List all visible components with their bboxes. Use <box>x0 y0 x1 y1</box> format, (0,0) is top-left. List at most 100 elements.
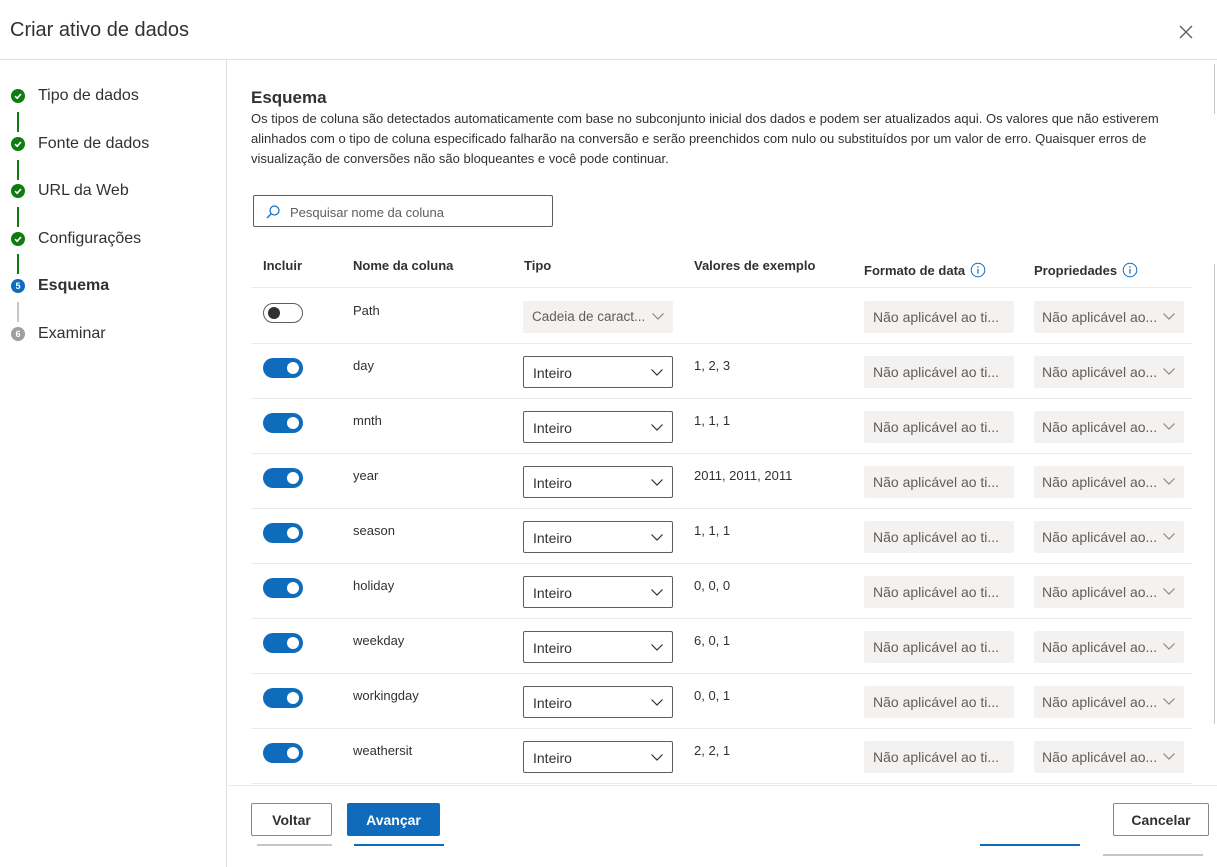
type-value: Inteiro <box>533 475 572 491</box>
toggle-knob <box>287 472 299 484</box>
type-dropdown[interactable]: Inteiro <box>523 741 673 773</box>
header-date-format-label: Formato de data <box>864 262 966 278</box>
type-dropdown[interactable]: Inteiro <box>523 411 673 443</box>
type-dropdown[interactable]: Inteiro <box>523 466 673 498</box>
include-toggle[interactable] <box>263 578 303 598</box>
include-toggle[interactable] <box>263 633 303 653</box>
step-connector <box>17 254 19 274</box>
table-header: Incluir Nome da coluna Tipo Valores de e… <box>251 248 1192 288</box>
column-name: mnth <box>353 413 382 428</box>
step-label: Examinar <box>38 325 106 342</box>
type-dropdown[interactable]: Inteiro <box>523 356 673 388</box>
close-button[interactable] <box>1174 20 1198 44</box>
chevron-down-icon <box>1163 588 1175 595</box>
column-name: season <box>353 523 395 538</box>
info-icon[interactable] <box>1122 262 1138 278</box>
checkmark-icon <box>11 89 25 103</box>
type-value: Inteiro <box>533 640 572 656</box>
sample-values: 2, 2, 1 <box>694 743 731 758</box>
step-label: URL da Web <box>38 182 129 199</box>
dialog-title: Criar ativo de dados <box>10 19 189 41</box>
step-examinar[interactable]: 6 Examinar <box>0 322 226 346</box>
type-dropdown[interactable]: Inteiro <box>523 631 673 663</box>
toggle-knob <box>287 417 299 429</box>
properties-value: Não aplicável ao... <box>1042 639 1158 655</box>
include-toggle[interactable] <box>263 468 303 488</box>
sample-values: 1, 1, 1 <box>694 413 731 428</box>
include-toggle[interactable] <box>263 688 303 708</box>
section-description: Os tipos de coluna são detectados automa… <box>251 111 1159 166</box>
include-toggle[interactable] <box>263 523 303 543</box>
properties-value: Não aplicável ao... <box>1042 584 1158 600</box>
include-toggle[interactable] <box>263 413 303 433</box>
chevron-down-icon <box>1163 478 1175 485</box>
cancel-button[interactable]: Cancelar <box>1113 803 1209 836</box>
step-url-da-web[interactable]: URL da Web <box>0 179 226 203</box>
chevron-down-icon <box>652 313 664 320</box>
type-value: Cadeia de caract... <box>532 309 646 324</box>
date-format-field: Não aplicável ao ti... <box>864 411 1014 443</box>
chevron-down-icon <box>651 534 663 541</box>
step-connector <box>17 112 19 132</box>
date-format-value: Não aplicável ao ti... <box>873 639 1000 655</box>
chevron-down-icon <box>1163 753 1175 760</box>
table-row: workingday Inteiro 0, 0, 1 Não aplicável ao… <box>251 674 1192 729</box>
step-label: Esquema <box>38 277 110 294</box>
type-dropdown: Cadeia de caract... <box>523 301 673 333</box>
properties-dropdown[interactable]: Não aplicável ao... <box>1034 741 1184 773</box>
column-name: holiday <box>353 578 395 593</box>
properties-dropdown[interactable]: Não aplicável ao... <box>1034 466 1184 498</box>
properties-dropdown[interactable]: Não aplicável ao... <box>1034 576 1184 608</box>
properties-dropdown[interactable]: Não aplicável ao... <box>1034 356 1184 388</box>
next-button[interactable]: Avançar <box>347 803 440 836</box>
button-shadow <box>257 844 332 846</box>
column-name: year <box>353 468 379 483</box>
properties-value: Não aplicável ao... <box>1042 309 1158 325</box>
chevron-down-icon <box>651 424 663 431</box>
step-tipo-de-dados[interactable]: Tipo de dados <box>0 84 226 108</box>
table-row: season Inteiro 1, 1, 1 Não aplicável ao ti.… <box>251 509 1192 564</box>
sample-values: 0, 0, 0 <box>694 578 731 593</box>
type-dropdown[interactable]: Inteiro <box>523 521 673 553</box>
include-toggle[interactable] <box>263 743 303 763</box>
search-icon <box>266 205 280 219</box>
step-configuracoes[interactable]: Configurações <box>0 227 226 251</box>
column-name: weekday <box>353 633 405 648</box>
type-value: Inteiro <box>533 585 572 601</box>
include-toggle[interactable] <box>263 303 303 323</box>
properties-dropdown[interactable]: Não aplicável ao... <box>1034 411 1184 443</box>
step-label: Fonte de dados <box>38 135 150 152</box>
include-toggle[interactable] <box>263 358 303 378</box>
properties-value: Não aplicável ao... <box>1042 474 1158 490</box>
column-search-box[interactable] <box>253 195 553 227</box>
chevron-down-icon <box>651 699 663 706</box>
step-esquema[interactable]: 5 Esquema <box>0 274 226 298</box>
toggle-knob <box>287 692 299 704</box>
button-shadow <box>980 844 1080 846</box>
info-icon[interactable] <box>970 262 986 278</box>
date-format-field: Não aplicável ao ti... <box>864 466 1014 498</box>
properties-dropdown[interactable]: Não aplicável ao... <box>1034 521 1184 553</box>
properties-dropdown[interactable]: Não aplicável ao... <box>1034 631 1184 663</box>
wizard-stepper: Tipo de dados Fonte de dados URL da Web … <box>0 60 227 867</box>
step-fonte-de-dados[interactable]: Fonte de dados <box>0 132 226 156</box>
header-include: Incluir <box>263 258 303 273</box>
type-value: Inteiro <box>533 695 572 711</box>
type-dropdown[interactable]: Inteiro <box>523 686 673 718</box>
chevron-down-icon <box>651 754 663 761</box>
scrollbar[interactable] <box>1213 64 1217 784</box>
table-row: Path Cadeia de caract... Não aplicável ao … <box>251 289 1192 344</box>
table-row: weathersit Inteiro 2, 2, 1 Não aplicável ao… <box>251 729 1192 784</box>
type-dropdown[interactable]: Inteiro <box>523 576 673 608</box>
checkmark-icon <box>11 232 25 246</box>
properties-dropdown[interactable]: Não aplicável ao... <box>1034 686 1184 718</box>
column-search-input[interactable] <box>290 202 545 222</box>
toggle-knob <box>287 362 299 374</box>
date-format-field: Não aplicável ao ti... <box>864 521 1014 553</box>
properties-dropdown[interactable]: Não aplicável ao... <box>1034 301 1184 333</box>
toggle-knob <box>287 637 299 649</box>
header-properties-label: Propriedades <box>1034 262 1118 278</box>
close-icon[interactable] <box>1174 20 1198 44</box>
header-properties: Propriedades <box>1034 262 1138 278</box>
back-button[interactable]: Voltar <box>251 803 332 836</box>
